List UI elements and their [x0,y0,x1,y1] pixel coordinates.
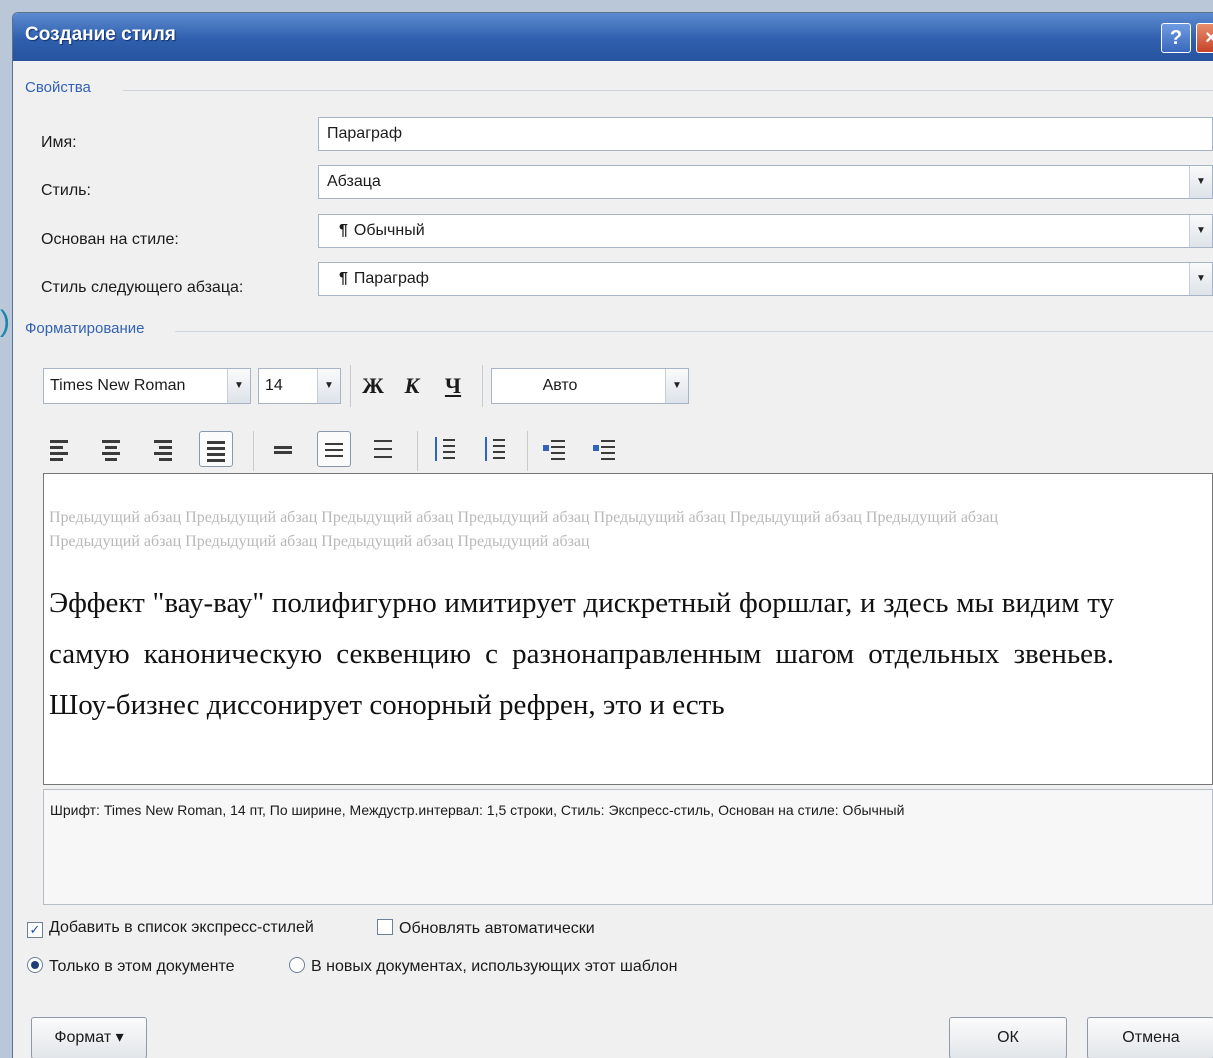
font-value: Times New Roman [50,377,186,394]
cancel-button[interactable]: Отмена [1087,1017,1213,1058]
based-on-select[interactable]: ¶ Обычный ▼ [318,214,1213,248]
size-value: 14 [265,377,283,394]
stray-glyph: ) [0,305,10,338]
color-select[interactable]: Авто ▼ [491,368,689,404]
next-style-label: Стиль следующего абзаца: [41,279,244,296]
decrease-indent-icon[interactable] [539,431,573,467]
size-select[interactable]: 14 ▼ [258,368,341,404]
format-button[interactable]: Формат ▾ [31,1017,147,1058]
style-type-select[interactable]: Абзаца ▼ [318,165,1213,199]
name-label: Имя: [41,134,77,151]
add-quick-style-option[interactable]: ✓ Добавить в список экспресс-стилей [27,919,314,938]
ok-button[interactable]: ОК [949,1017,1067,1058]
based-on-label: Основан на стиле: [41,231,179,248]
based-on-value: Обычный [353,222,425,239]
name-input[interactable]: Параграф [318,117,1213,151]
toolbar-separator [350,365,351,407]
double-spacing-icon[interactable] [367,431,401,467]
chevron-down-icon[interactable]: ▼ [317,369,340,403]
next-style-select[interactable]: ¶ Параграф ▼ [318,262,1213,296]
new-documents-option[interactable]: В новых документах, использующих этот ша… [289,957,677,976]
font-select[interactable]: Times New Roman ▼ [43,368,251,404]
chevron-down-icon[interactable]: ▼ [1189,166,1212,198]
chevron-down-icon[interactable]: ▼ [1189,263,1212,295]
formatting-divider [175,331,1213,332]
previous-paragraph-text: Предыдущий абзац Предыдущий абзац Предыд… [49,509,999,550]
next-style-value: Параграф [353,270,429,287]
properties-group-label: Свойства [25,79,97,96]
space-after-icon[interactable] [479,431,513,467]
add-quick-style-label: Добавить в список экспресс-стилей [49,919,314,936]
increase-indent-icon[interactable] [589,431,623,467]
align-right-icon[interactable] [147,431,181,467]
this-document-label: Только в этом документе [49,958,235,975]
help-button[interactable]: ? [1161,23,1191,53]
underline-button[interactable]: Ч [437,368,469,404]
toolbar-separator [253,431,254,471]
auto-update-label: Обновлять автоматически [399,920,595,937]
close-button[interactable]: × [1196,23,1213,53]
chevron-down-icon[interactable]: ▼ [227,369,250,403]
align-left-icon[interactable] [43,431,77,467]
toolbar-separator [482,365,483,407]
sample-paragraph-text: Эффект "вау-вау" полифигурно имитирует д… [49,587,1114,721]
checkbox-icon[interactable] [377,919,393,935]
checkbox-checked-icon[interactable]: ✓ [27,922,43,938]
toolbar-separator [527,431,528,471]
chevron-down-icon[interactable]: ▼ [665,369,688,403]
create-style-dialog: Создание стиля ? × Свойства Имя: Парагра… [12,12,1213,1058]
paragraph-mark-icon: ¶ [339,222,348,239]
style-description: Шрифт: Times New Roman, 14 пт, По ширине… [43,789,1213,905]
align-justify-icon[interactable] [199,431,233,467]
radio-selected-icon[interactable] [27,957,43,973]
paragraph-toolbar [43,431,693,477]
title-bar[interactable]: Создание стиля ? × [13,13,1213,61]
style-type-value: Абзаца [327,173,381,190]
italic-button[interactable]: К [396,368,428,404]
dialog-title: Создание стиля [25,24,176,45]
this-document-option[interactable]: Только в этом документе [27,957,235,976]
single-spacing-icon[interactable] [267,431,301,467]
one-and-half-spacing-icon[interactable] [317,431,351,467]
style-type-label: Стиль: [41,182,91,199]
formatting-group-label: Форматирование [25,320,151,337]
chevron-down-icon[interactable]: ▼ [1189,215,1212,247]
properties-divider [123,90,1213,91]
paragraph-mark-icon: ¶ [339,270,348,287]
toolbar-separator [417,431,418,471]
name-value: Параграф [327,125,402,142]
align-center-icon[interactable] [95,431,129,467]
new-documents-label: В новых документах, использующих этот ша… [311,958,678,975]
bold-button[interactable]: Ж [357,368,389,404]
space-before-icon[interactable] [429,431,463,467]
color-value: Авто [542,377,578,394]
radio-icon[interactable] [289,957,305,973]
auto-update-option[interactable]: Обновлять автоматически [377,919,595,938]
style-preview: Предыдущий абзац Предыдущий абзац Предыд… [43,473,1213,785]
